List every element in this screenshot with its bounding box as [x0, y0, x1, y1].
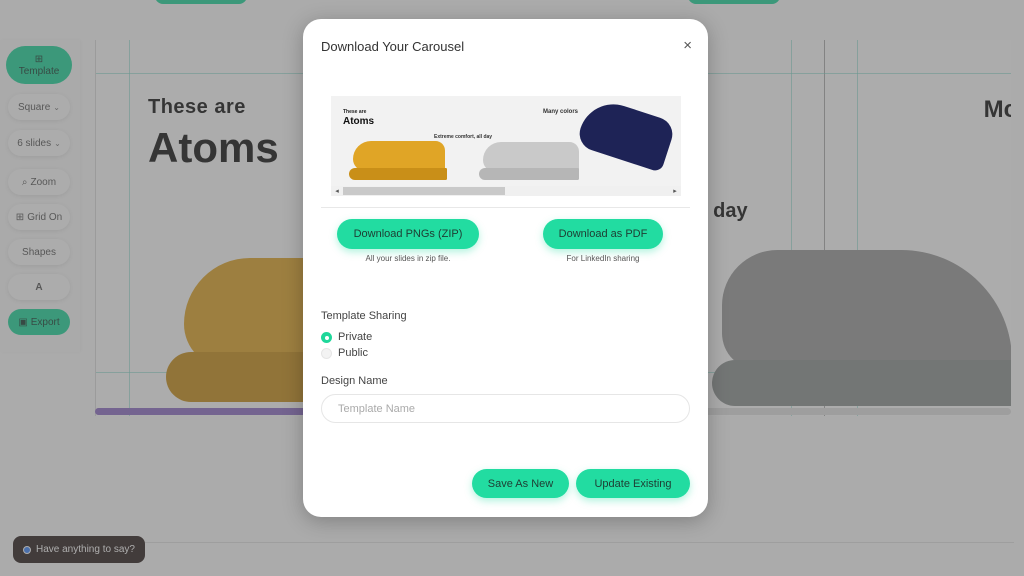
divider — [321, 207, 690, 208]
preview-heading: Atoms — [343, 116, 375, 127]
radio-private[interactable]: Private — [321, 331, 372, 343]
preview-scrollbar[interactable]: ◂ ▸ — [331, 186, 681, 196]
design-name-label: Design Name — [321, 375, 388, 387]
preview-subheading: These are — [343, 109, 367, 115]
download-pdf-caption: For LinkedIn sharing — [566, 254, 640, 263]
close-icon[interactable]: × — [683, 38, 692, 53]
preview-grey-sole — [479, 168, 579, 180]
save-as-new-button[interactable]: Save As New — [472, 469, 569, 498]
preview-tagline: Extreme comfort, all day — [434, 134, 493, 140]
preview-navy-shoe — [575, 96, 677, 173]
preview-colors-label: Many colors — [543, 109, 579, 115]
radio-public[interactable]: Public — [321, 347, 368, 359]
update-existing-button[interactable]: Update Existing — [576, 469, 690, 498]
download-pngs-caption: All your slides in zip file. — [365, 254, 451, 263]
design-name-input[interactable] — [321, 394, 690, 423]
preview-scroll-thumb[interactable] — [343, 187, 505, 195]
radio-checked-icon[interactable] — [321, 331, 332, 343]
template-sharing-label: Template Sharing — [321, 310, 407, 322]
radio-unchecked-icon[interactable] — [321, 347, 332, 359]
download-pngs-button[interactable]: Download PNGs (ZIP) — [337, 219, 479, 249]
preview-yellow-shoe — [353, 141, 445, 171]
preview-yellow-sole — [349, 168, 447, 180]
carousel-preview: These are Atoms Extreme comfort, all day… — [331, 96, 681, 196]
modal-title: Download Your Carousel — [321, 39, 465, 54]
radio-private-label: Private — [338, 331, 373, 343]
download-modal: Download Your Carousel × These are Atoms… — [303, 19, 708, 517]
radio-public-label: Public — [338, 347, 368, 359]
scroll-left-icon[interactable]: ◂ — [331, 187, 343, 195]
scroll-right-icon[interactable]: ▸ — [669, 187, 681, 195]
download-pdf-button[interactable]: Download as PDF — [543, 219, 663, 249]
